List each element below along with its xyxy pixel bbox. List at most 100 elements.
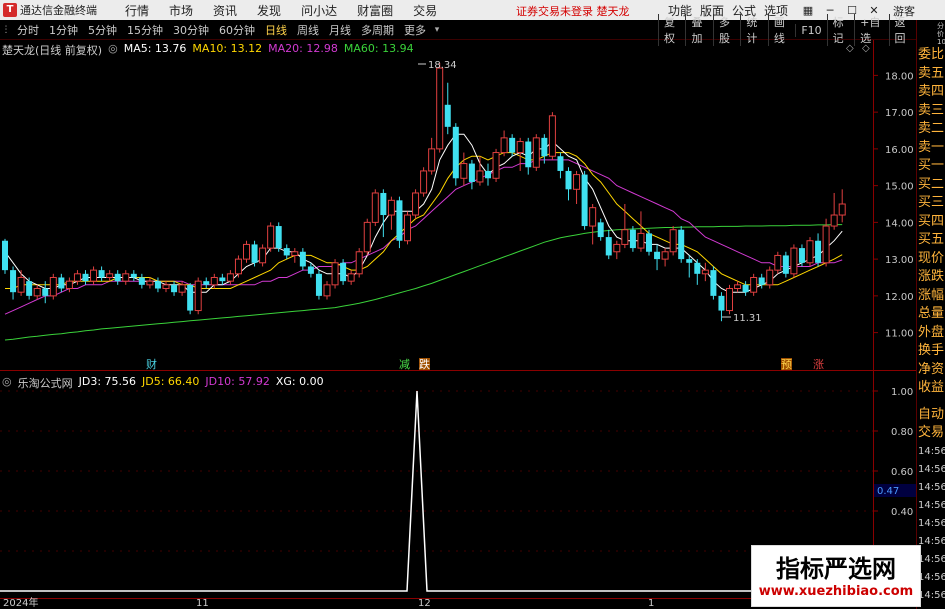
candle[interactable] xyxy=(734,281,742,293)
period-5min[interactable]: 5分钟 xyxy=(83,22,122,38)
candle[interactable] xyxy=(541,134,548,164)
candle[interactable] xyxy=(371,189,379,227)
candle[interactable] xyxy=(710,266,717,300)
candle[interactable] xyxy=(766,266,774,289)
chevron-down-icon[interactable]: ▾ xyxy=(431,25,443,35)
candle[interactable] xyxy=(790,244,798,278)
candle[interactable] xyxy=(98,266,105,282)
candle[interactable] xyxy=(701,262,709,282)
period-monthly[interactable]: 月线 xyxy=(324,22,356,38)
candle[interactable] xyxy=(194,277,202,315)
menu-market[interactable]: 市场 xyxy=(159,2,203,19)
candle[interactable] xyxy=(138,273,145,289)
candle[interactable] xyxy=(750,273,758,296)
candle[interactable] xyxy=(315,270,322,300)
candle[interactable] xyxy=(114,270,121,285)
candle[interactable] xyxy=(774,251,782,274)
candle[interactable] xyxy=(58,273,65,293)
candle[interactable] xyxy=(548,112,556,160)
period-60min[interactable]: 60分钟 xyxy=(214,22,260,38)
candle[interactable] xyxy=(187,283,194,315)
period-1min[interactable]: 1分钟 xyxy=(44,22,83,38)
candle[interactable] xyxy=(485,163,491,186)
settings-icon[interactable]: ◎ xyxy=(108,42,118,58)
candle[interactable] xyxy=(492,148,500,182)
candle[interactable] xyxy=(661,248,669,267)
candle[interactable] xyxy=(17,270,25,296)
candle[interactable] xyxy=(420,167,428,197)
candle[interactable] xyxy=(822,218,830,267)
indicator-settings-icon[interactable]: ◎ xyxy=(2,375,12,391)
candle[interactable] xyxy=(629,226,636,252)
candle[interactable] xyxy=(251,240,258,267)
candle[interactable] xyxy=(10,266,17,300)
candle[interactable] xyxy=(669,226,677,256)
candle[interactable] xyxy=(516,137,524,171)
candle[interactable] xyxy=(267,222,275,252)
candle[interactable] xyxy=(33,284,41,300)
candle[interactable] xyxy=(331,259,339,289)
candle[interactable] xyxy=(2,238,8,274)
candle[interactable] xyxy=(340,259,347,285)
candle[interactable] xyxy=(452,123,459,186)
candle[interactable] xyxy=(106,270,114,282)
menu-ask[interactable]: 问小达 xyxy=(291,2,347,19)
menu-news[interactable]: 资讯 xyxy=(203,2,247,19)
sidebar-field[interactable]: 交易 xyxy=(917,424,945,443)
candle[interactable] xyxy=(26,277,33,300)
menu-quotes[interactable]: 行情 xyxy=(115,2,159,19)
chart-nav-right-icon[interactable]: ◇ xyxy=(862,43,870,54)
candle[interactable] xyxy=(404,211,411,245)
chart-nav-left-icon[interactable]: ◇ xyxy=(846,43,854,54)
candle[interactable] xyxy=(49,273,57,300)
candle[interactable] xyxy=(694,259,701,285)
stock-name[interactable]: 楚天龙 xyxy=(2,42,35,58)
period-15min[interactable]: 15分钟 xyxy=(122,22,168,38)
candle[interactable] xyxy=(347,270,355,285)
candle[interactable] xyxy=(468,159,475,190)
candle[interactable] xyxy=(146,277,154,289)
candle[interactable] xyxy=(830,192,838,230)
candle[interactable] xyxy=(605,229,612,260)
price-chart[interactable]: 11.00 12.00 13.00 14.00 15.00 16.00 17.00 18.00… xyxy=(0,40,916,371)
candle[interactable] xyxy=(654,244,661,271)
candle[interactable] xyxy=(380,189,387,238)
candle[interactable] xyxy=(396,196,403,249)
candle[interactable] xyxy=(171,281,178,296)
candle[interactable] xyxy=(203,277,210,289)
candle[interactable] xyxy=(234,255,242,278)
candle[interactable] xyxy=(283,244,290,260)
candle[interactable] xyxy=(291,248,299,263)
period-multi[interactable]: 多周期 xyxy=(356,22,399,38)
candle[interactable] xyxy=(243,240,250,263)
period-more[interactable]: 更多 xyxy=(399,22,431,38)
candle[interactable] xyxy=(436,62,444,153)
candle[interactable] xyxy=(686,255,693,278)
candle[interactable] xyxy=(130,270,137,282)
candle[interactable] xyxy=(428,137,436,175)
period-weekly[interactable]: 周线 xyxy=(292,22,324,38)
candle[interactable] xyxy=(412,189,420,219)
candle[interactable] xyxy=(323,281,331,300)
candle[interactable] xyxy=(838,189,846,223)
candle[interactable] xyxy=(363,218,371,256)
period-daily[interactable]: 日线 xyxy=(260,22,292,38)
candle[interactable] xyxy=(299,248,306,271)
candle[interactable] xyxy=(581,170,588,230)
candle[interactable] xyxy=(162,281,170,293)
sidebar-field[interactable]: 自动 xyxy=(917,406,945,425)
candle[interactable] xyxy=(355,248,363,278)
grid-icon[interactable]: ▦ xyxy=(797,4,819,17)
login-notice[interactable]: 证券交易未登录 楚天龙 xyxy=(516,3,630,19)
candle[interactable] xyxy=(573,170,581,204)
indicator-name[interactable]: 乐淘公式网 xyxy=(18,375,73,391)
f10-button[interactable]: F10 xyxy=(795,23,826,37)
candle[interactable] xyxy=(476,156,484,186)
candle[interactable] xyxy=(726,284,733,315)
candle[interactable] xyxy=(525,137,532,175)
candle[interactable] xyxy=(646,229,652,256)
candle[interactable] xyxy=(806,237,814,267)
candle[interactable] xyxy=(122,270,130,285)
candle[interactable] xyxy=(589,204,597,245)
toolbar-menu-icon[interactable]: ⋮ xyxy=(0,25,12,35)
